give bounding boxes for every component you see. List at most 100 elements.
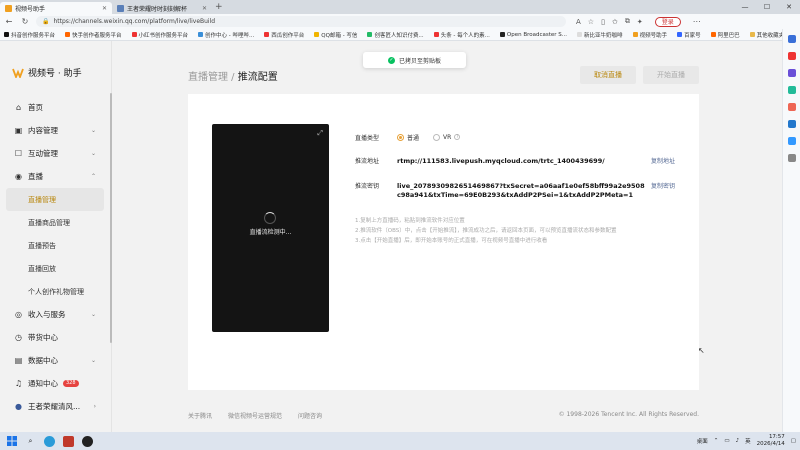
- edge-browser-icon[interactable]: [44, 435, 55, 447]
- minimize-icon[interactable]: —: [734, 0, 756, 14]
- chevron-down-icon: ⌄: [90, 311, 96, 318]
- games-icon[interactable]: [787, 86, 796, 94]
- footer-link-about[interactable]: 关于腾讯: [188, 411, 212, 420]
- split-screen-icon[interactable]: ▯: [601, 18, 605, 26]
- login-button[interactable]: 登录: [654, 16, 681, 27]
- sidebar-item-live-replay[interactable]: 直播回放: [0, 257, 112, 280]
- extensions-icon[interactable]: ✦: [637, 18, 643, 26]
- ime-indicator[interactable]: 英: [745, 437, 751, 445]
- cancel-live-button[interactable]: 取消直播: [580, 66, 636, 84]
- close-window-icon[interactable]: ✕: [778, 0, 800, 14]
- bookmark-item[interactable]: 快手创作者服务平台: [65, 31, 122, 39]
- radio-normal[interactable]: 普通: [397, 133, 419, 142]
- favorite-star-icon[interactable]: ☆: [588, 18, 594, 26]
- sidebar-item-live-products[interactable]: 直播商品管理: [0, 211, 112, 234]
- outlook-icon[interactable]: [787, 120, 796, 128]
- chevron-up-icon: ⌃: [90, 173, 96, 180]
- browser-side-panel: [782, 29, 800, 432]
- nav-notification-center[interactable]: ♫ 通知中心 328: [0, 372, 112, 395]
- other-bookmarks-folder[interactable]: 其他收藏夹: [749, 31, 782, 39]
- nav-goods-center[interactable]: ◷ 带货中心: [0, 326, 112, 349]
- clock[interactable]: 17:57 2026/4/14: [757, 434, 785, 448]
- content-icon: ▣: [14, 126, 23, 135]
- breadcrumb-separator: /: [228, 72, 238, 83]
- home-icon: ⌂: [15, 103, 22, 112]
- nav-live[interactable]: ◉ 直播 ⌃: [0, 165, 112, 188]
- app-logo[interactable]: 视频号 · 助手: [12, 66, 82, 79]
- chevron-up-icon[interactable]: ⌃: [714, 438, 719, 444]
- collections-icon[interactable]: ⧉: [625, 17, 630, 26]
- nav-income-services[interactable]: ◎ 收入与服务 ⌄: [0, 303, 112, 326]
- copy-key-link[interactable]: 复制密钥: [651, 182, 675, 191]
- nav-home[interactable]: ⌂ 首页: [0, 96, 112, 119]
- breadcrumb-parent[interactable]: 直播管理: [188, 72, 228, 83]
- copy-toast: ✓ 已拷贝至剪贴板: [363, 52, 466, 68]
- tab-title: 视频号助手: [15, 5, 46, 13]
- tab-channels-assistant[interactable]: 视频号助手 ✕: [0, 2, 112, 14]
- bell-icon: ♫: [14, 379, 23, 388]
- maximize-icon[interactable]: ☐: [756, 0, 778, 14]
- bookmark-item[interactable]: 创客匠人知识付费...: [367, 31, 424, 39]
- sidebar-item-live-management[interactable]: 直播管理: [6, 188, 104, 211]
- refresh-icon[interactable]: ↻: [20, 17, 30, 26]
- bookmark-item[interactable]: 视频号助手: [632, 31, 667, 39]
- footer-link-rules[interactable]: 微信视频号运营规范: [228, 411, 282, 420]
- obs-icon[interactable]: [82, 435, 93, 447]
- footer-link-help[interactable]: 问题咨询: [298, 411, 322, 420]
- channels-logo-icon: [12, 68, 24, 79]
- tab-title: 王者荣耀时时刻刻解杯: [127, 5, 188, 13]
- shopping-icon[interactable]: [787, 52, 796, 60]
- push-address-label: 推流地址: [355, 158, 380, 165]
- chevron-down-icon: ⌄: [90, 150, 96, 157]
- tools-icon[interactable]: [787, 69, 796, 77]
- close-tab-icon[interactable]: ✕: [102, 5, 107, 12]
- drop-icon[interactable]: [787, 137, 796, 145]
- desktop-label[interactable]: 桌面: [697, 437, 708, 445]
- notification-icon[interactable]: ▢: [791, 438, 796, 444]
- favorites-icon[interactable]: ✩: [612, 18, 618, 26]
- sidebar: 视频号 · 助手 ⌂ 首页 ▣ 内容管理 ⌄ ☐ 互动管理 ⌄ ◉ 直播 ⌃ 直…: [0, 41, 112, 432]
- interaction-icon: ☐: [14, 149, 23, 158]
- volume-icon[interactable]: ♪: [736, 438, 740, 444]
- bookmark-item[interactable]: 阿里巴巴: [710, 31, 740, 39]
- bookmark-item[interactable]: 抖音创作服务平台: [4, 31, 55, 39]
- bookmark-item[interactable]: 百家号: [677, 31, 701, 39]
- bookmark-item[interactable]: 头条 - 每个人的素...: [433, 31, 490, 39]
- nav-interaction-management[interactable]: ☐ 互动管理 ⌄: [0, 142, 112, 165]
- radio-vr[interactable]: VR ?: [433, 133, 461, 141]
- help-icon[interactable]: ?: [454, 134, 461, 140]
- bookmark-item[interactable]: 新比亚牛奶咖啡: [577, 31, 623, 39]
- office-icon[interactable]: [787, 103, 796, 111]
- new-tab-button[interactable]: +: [215, 2, 223, 12]
- start-live-button[interactable]: 开始直播: [643, 66, 699, 84]
- network-icon[interactable]: ▭: [724, 438, 729, 444]
- browser-tab-bar: 视频号助手 ✕ 王者荣耀时时刻刻解杯 ✕ + — ☐ ✕: [0, 0, 800, 14]
- bookmark-item[interactable]: 小红书创作服务平台: [131, 31, 188, 39]
- bookmark-item[interactable]: 西瓜创作平台: [264, 31, 304, 39]
- nav-data-center[interactable]: ▤ 数据中心 ⌄: [0, 349, 112, 372]
- tab-honor-of-kings[interactable]: 王者荣耀时时刻刻解杯 ✕: [112, 2, 212, 14]
- bookmark-item[interactable]: Open Broadcaster S...: [499, 32, 567, 38]
- search-sidebar-icon[interactable]: [787, 35, 796, 43]
- push-key-row: 推流密钥 live_207893098265146986​7?txSecret=…: [355, 182, 685, 200]
- fullscreen-icon[interactable]: ⤢: [317, 129, 323, 138]
- check-icon: ✓: [387, 56, 395, 64]
- add-sidebar-icon[interactable]: [787, 154, 796, 162]
- recorder-app-icon[interactable]: [63, 435, 74, 447]
- nav-content-management[interactable]: ▣ 内容管理 ⌄: [0, 119, 112, 142]
- bookmark-item[interactable]: 创作中心 - 哔哩哔...: [198, 31, 254, 39]
- bookmark-item[interactable]: QQ邮箱 - 写信: [314, 31, 357, 39]
- back-icon[interactable]: ←: [4, 17, 14, 26]
- more-menu-icon[interactable]: ⋯: [693, 17, 701, 26]
- windows-start-icon[interactable]: [6, 436, 17, 447]
- sidebar-item-gift-management[interactable]: 个人创作礼物管理: [0, 280, 112, 303]
- url-text: https://channels.weixin.qq.com/platform/…: [53, 18, 216, 25]
- close-tab-icon[interactable]: ✕: [202, 5, 207, 12]
- read-aloud-icon[interactable]: A: [576, 18, 581, 26]
- copy-address-link[interactable]: 复制地址: [651, 157, 675, 166]
- url-field[interactable]: 🔒 https://channels.weixin.qq.com/platfor…: [36, 16, 566, 27]
- sidebar-item-live-preview[interactable]: 直播预告: [0, 234, 112, 257]
- avatar-icon: ●: [15, 402, 22, 411]
- nav-account[interactable]: ● 王者荣耀清风... ›: [0, 395, 112, 418]
- search-icon[interactable]: ⌕: [25, 436, 36, 447]
